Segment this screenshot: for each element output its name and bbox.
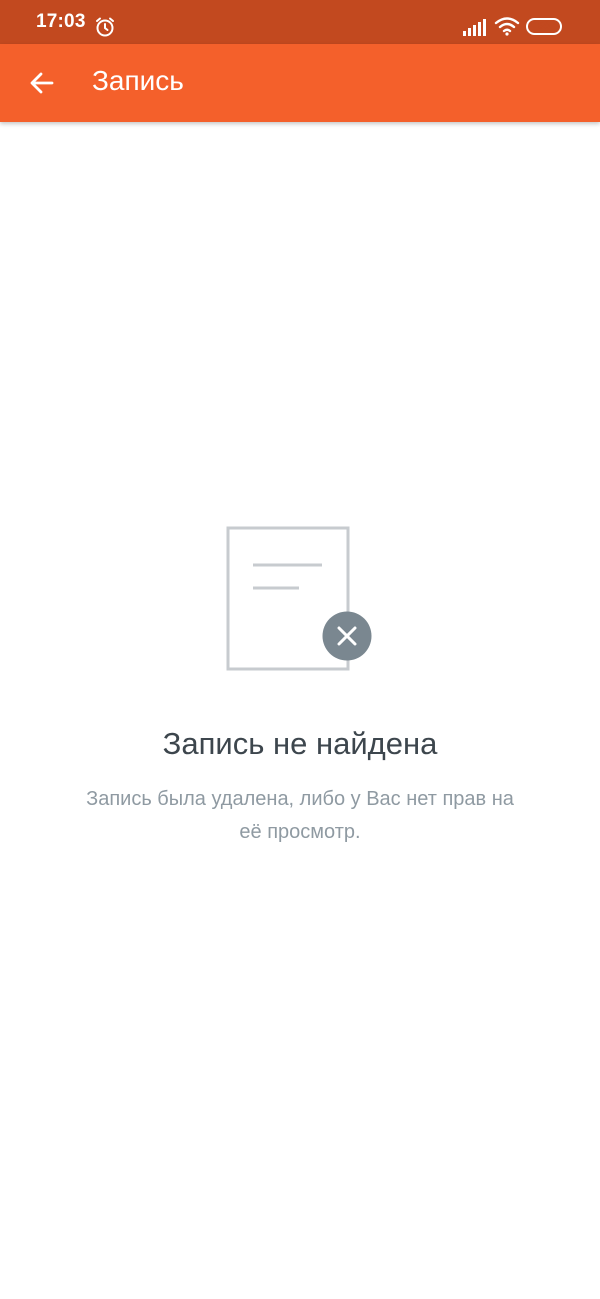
app-bar: Запись: [0, 44, 600, 122]
battery-level: 50: [537, 20, 551, 32]
screen: 17:03 50 Запись Запись не найдена Запись…: [0, 0, 600, 1299]
alarm-clock-icon: [96, 17, 114, 37]
wifi-icon: [494, 17, 520, 36]
empty-state-title: Запись не найдена: [162, 726, 438, 761]
status-time: 17:03: [36, 11, 86, 32]
battery-indicator: 50: [526, 18, 562, 35]
arrow-back-icon: [30, 72, 54, 94]
status-bar: 17:03 50: [0, 0, 600, 44]
cell-signal-icon: [463, 19, 486, 36]
page-title: Запись: [92, 65, 184, 96]
empty-state-description: Запись была удалена, либо у Вас нет прав…: [86, 788, 514, 843]
back-button[interactable]: [20, 61, 64, 105]
document-not-found-icon: [226, 526, 372, 671]
